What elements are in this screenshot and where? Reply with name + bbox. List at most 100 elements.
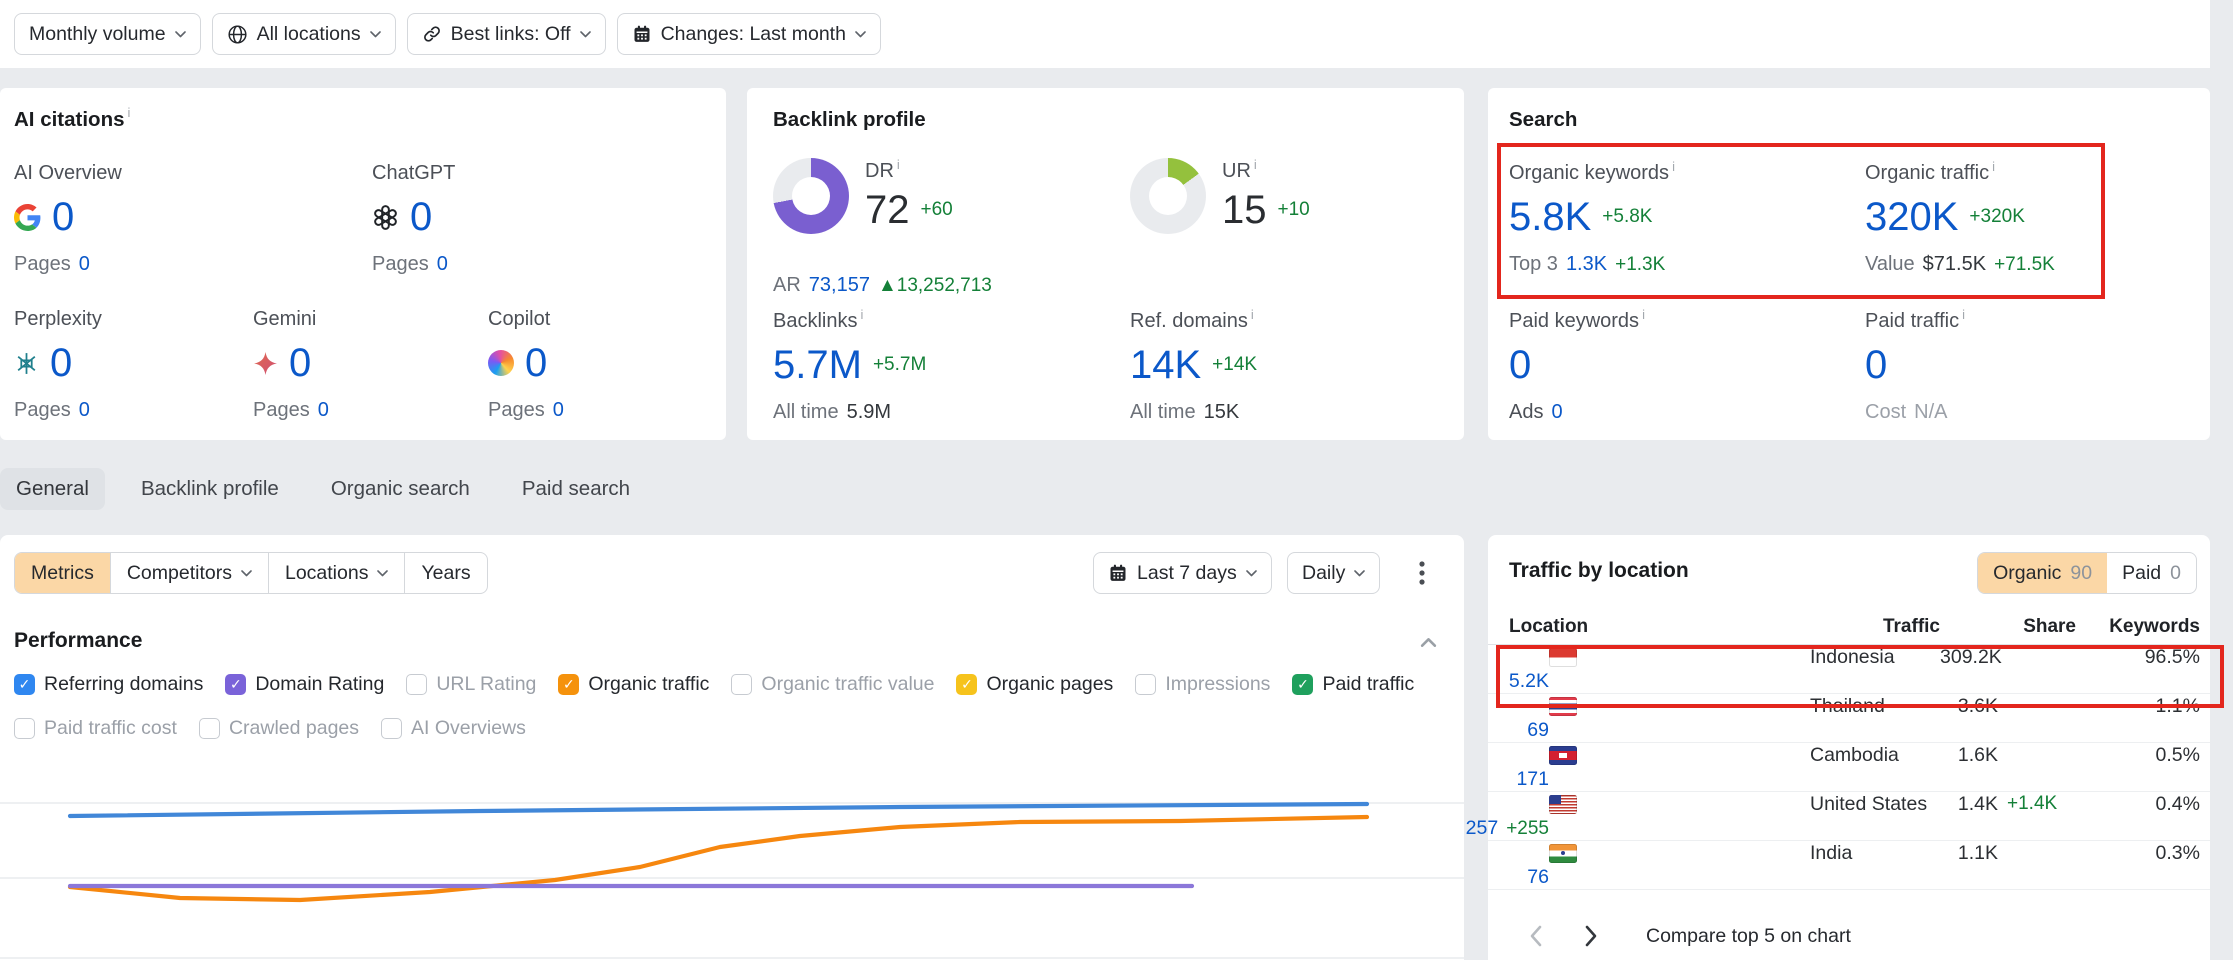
toolbar-best-links-off[interactable]: Best links: Off: [407, 13, 606, 55]
checkbox-checked-icon[interactable]: ✓: [558, 674, 579, 695]
granularity-label: Daily: [1302, 562, 1345, 585]
pages-value-link[interactable]: 0: [437, 253, 448, 276]
metric-toggle-paid-traffic[interactable]: ✓Paid traffic: [1292, 673, 1414, 696]
ads-value-link[interactable]: 0: [1551, 401, 1562, 424]
location-name: Thailand: [1810, 695, 1940, 718]
filter-years[interactable]: Years: [404, 553, 486, 593]
metric-value[interactable]: 0: [525, 341, 547, 385]
checkbox-unchecked-icon[interactable]: [406, 674, 427, 695]
compare-top5-button[interactable]: Compare top 5 on chart: [1646, 925, 1851, 948]
pages-value-link[interactable]: 0: [318, 399, 329, 422]
metric-toggle-referring-domains[interactable]: ✓Referring domains: [14, 673, 203, 696]
checkbox-checked-icon[interactable]: ✓: [14, 674, 35, 695]
ref-domains-value[interactable]: 14K: [1130, 343, 1201, 387]
date-range-button[interactable]: Last 7 days: [1093, 552, 1272, 594]
ai-metric-copilot: Copilot0Pages0: [488, 308, 564, 422]
chevron-down-icon: [580, 31, 591, 38]
filter-locations[interactable]: Locations: [268, 553, 404, 593]
keywords-link[interactable]: 257: [1466, 817, 1499, 840]
metric-toggle-impressions[interactable]: Impressions: [1135, 673, 1270, 696]
checkbox-unchecked-icon[interactable]: [381, 718, 402, 739]
toolbar-buttons: Monthly volume All locations Best links: O…: [0, 0, 2210, 55]
search-card: Search Organic keywordsi 5.8K+5.8K Top 3…: [1488, 88, 2210, 440]
metric-toggle-url-rating[interactable]: URL Rating: [406, 673, 536, 696]
segment-label: Competitors: [127, 562, 232, 585]
segment-label: Metrics: [31, 562, 94, 585]
checkbox-unchecked-icon[interactable]: [14, 718, 35, 739]
top3-value-link[interactable]: 1.3K: [1566, 253, 1607, 276]
performance-line-chart: [0, 763, 1464, 960]
share-value: 1.1%: [2076, 695, 2200, 718]
metric-toggle-domain-rating[interactable]: ✓Domain Rating: [225, 673, 384, 696]
ur-value: 15: [1222, 188, 1267, 232]
pages-value-link[interactable]: 0: [553, 399, 564, 422]
top3-label: Top 3: [1509, 253, 1558, 276]
metric-value[interactable]: 0: [410, 195, 432, 239]
toggle-organic[interactable]: Organic 90: [1978, 553, 2107, 593]
checkbox-checked-icon[interactable]: ✓: [956, 674, 977, 695]
toolbar-all-locations[interactable]: All locations: [212, 13, 396, 55]
location-row-thailand[interactable]: Thailand3.6K 1.1% 69: [1488, 694, 2210, 743]
checkbox-unchecked-icon[interactable]: [1135, 674, 1156, 695]
paid-traffic-metric: Paid traffici 0 CostN/A: [1865, 310, 1965, 424]
metric-toggle-paid-traffic-cost[interactable]: Paid traffic cost: [14, 717, 177, 740]
metric-value[interactable]: 0: [289, 341, 311, 385]
metric-toggle-ai-overviews[interactable]: AI Overviews: [381, 717, 526, 740]
paid-keywords-value[interactable]: 0: [1509, 343, 1531, 387]
next-page-button[interactable]: [1578, 923, 1604, 949]
tab-general[interactable]: General: [0, 468, 105, 510]
tab-backlink-profile[interactable]: Backlink profile: [125, 468, 295, 510]
metric-sub: Pages0: [14, 253, 122, 276]
tab-organic-search[interactable]: Organic search: [315, 468, 486, 510]
location-row-cambodia[interactable]: Cambodia1.6K0.5%171: [1488, 743, 2210, 792]
organic-traffic-value[interactable]: 320K: [1865, 195, 1958, 239]
info-icon: i: [1251, 307, 1254, 322]
ur-donut-chart: [1130, 158, 1206, 234]
more-options-button[interactable]: [1406, 557, 1438, 589]
location-row-india[interactable]: India1.1K0.3%76: [1488, 841, 2210, 890]
paid-traffic-value[interactable]: 0: [1865, 343, 1887, 387]
metric-toggle-organic-traffic[interactable]: ✓Organic traffic: [558, 673, 709, 696]
prev-page-button[interactable]: [1522, 923, 1548, 949]
keywords-link[interactable]: 69: [1527, 719, 1549, 742]
granularity-button[interactable]: Daily: [1287, 552, 1380, 594]
dr-value: 72: [865, 188, 910, 232]
calendar-icon: [1108, 563, 1128, 583]
metric-toggle-organic-pages[interactable]: ✓ Organic pages: [956, 673, 1113, 696]
pages-value-link[interactable]: 0: [79, 253, 90, 276]
toolbar-changes-last-month[interactable]: Changes: Last month: [617, 13, 881, 55]
traffic-value: 3.6K: [1940, 695, 1998, 718]
organic-keywords-value[interactable]: 5.8K: [1509, 195, 1591, 239]
keywords-link[interactable]: 76: [1527, 866, 1549, 889]
toggle-paid[interactable]: Paid 0: [2107, 553, 2196, 593]
info-icon: i: [128, 105, 131, 129]
metric-toggle-organic-traffic-value[interactable]: Organic traffic value: [731, 673, 934, 696]
link-icon: [422, 24, 442, 44]
organic-traffic-delta: +320K: [1969, 206, 2024, 228]
checkbox-checked-icon[interactable]: ✓: [225, 674, 246, 695]
keywords-link[interactable]: 5.2K: [1509, 670, 1549, 693]
location-row-united-states[interactable]: United States1.4K+1.4K0.4%257+255: [1488, 792, 2210, 841]
flag-chakra: [1561, 851, 1565, 855]
checkbox-unchecked-icon[interactable]: [731, 674, 752, 695]
checkbox-label: Organic pages: [986, 673, 1113, 696]
filter-competitors[interactable]: Competitors: [110, 553, 268, 593]
metric-value[interactable]: 0: [52, 195, 74, 239]
location-row-indonesia[interactable]: Indonesia309.2K96.5%5.2K: [1488, 645, 2210, 694]
filter-metrics[interactable]: Metrics: [15, 553, 110, 593]
keywords-link[interactable]: 171: [1516, 768, 1549, 791]
flag-icon-us: [1549, 795, 1577, 814]
metric-toggle-crawled-pages[interactable]: Crawled pages: [199, 717, 359, 740]
tab-paid-search[interactable]: Paid search: [506, 468, 646, 510]
backlinks-value[interactable]: 5.7M: [773, 343, 862, 387]
ar-value-link[interactable]: 73,157: [809, 274, 870, 297]
collapse-section-icon[interactable]: [1420, 637, 1437, 648]
checkbox-unchecked-icon[interactable]: [199, 718, 220, 739]
metric-value[interactable]: 0: [50, 341, 72, 385]
toolbar-monthly-volume[interactable]: Monthly volume: [14, 13, 201, 55]
pages-value-link[interactable]: 0: [79, 399, 90, 422]
checkbox-checked-icon[interactable]: ✓: [1292, 674, 1313, 695]
share-value: 96.5%: [2076, 646, 2200, 669]
dr-donut-chart: [773, 158, 849, 234]
chevron-down-icon: [370, 31, 381, 38]
